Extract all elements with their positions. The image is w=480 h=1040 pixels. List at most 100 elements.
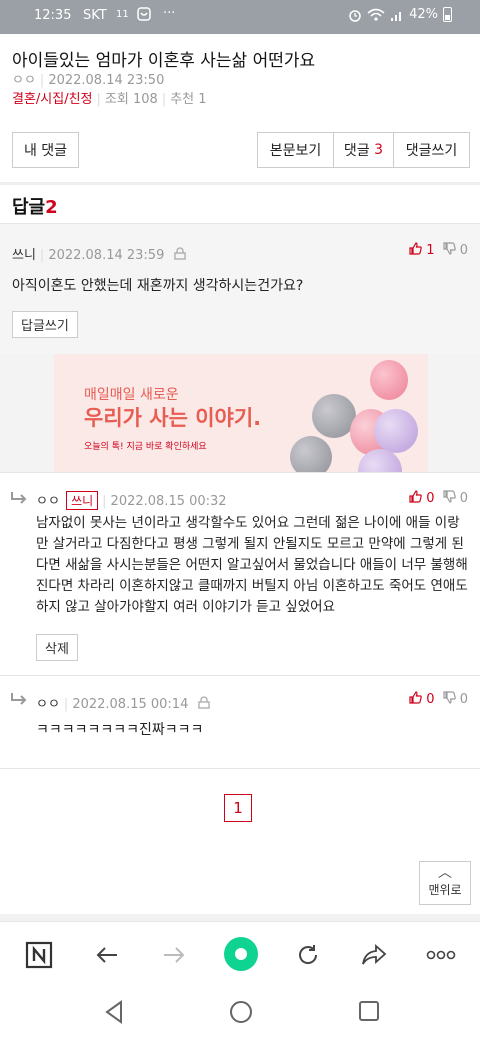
downvote-button[interactable]: 0 (442, 691, 468, 707)
scroll-top-button[interactable]: ︿ 맨위로 (419, 861, 471, 905)
comment-text: 아직이혼도 안했는데 재혼까지 생각하시는건가요? (12, 278, 304, 294)
thumbs-down-icon (442, 242, 456, 255)
comment-text: ㅋㅋㅋㅋㅋㅋㅋㅋ진짜ㅋㅋㅋ (36, 722, 204, 738)
replies-header: 답글2 (12, 193, 58, 219)
notification-icons: 11 ··· (116, 6, 175, 21)
thumbs-down-icon (442, 691, 456, 704)
page-footer-strip (0, 914, 480, 921)
refresh-button[interactable] (293, 940, 323, 970)
comment-author: ㅇㅇ (36, 697, 60, 712)
comment-author: ㅇㅇ (36, 494, 60, 509)
back-button[interactable] (92, 940, 122, 970)
app-notification-icon (137, 6, 151, 21)
share-button[interactable] (359, 940, 389, 970)
ad-line3: 오늘의 톡! 지금 바로 확인하세요 (84, 442, 207, 452)
upvote-count: 0 (426, 491, 435, 506)
status-extra: 11 (116, 9, 129, 20)
forward-arrow-icon (164, 947, 185, 963)
comment-votes: 1 0 (409, 242, 468, 258)
balloon-image (290, 436, 332, 472)
page-number-current[interactable]: 1 (224, 794, 252, 822)
comment-text: 남자없이 못사는 년이라고 생각할수도 있어요 그런데 젊은 나이에 애들 이랑… (36, 515, 468, 615)
alarm-icon (349, 9, 361, 22)
green-dot-icon (224, 937, 258, 971)
replies-label: 답글 (12, 197, 46, 218)
battery-icon (443, 7, 452, 22)
lock-icon (174, 247, 187, 260)
downvote-count: 0 (459, 692, 468, 707)
post-meta-author-date: ㅇㅇ | 2022.08.14 23:50 (12, 73, 165, 88)
reply-write-button[interactable]: 답글쓰기 (12, 311, 78, 338)
ad-line2: 우리가 사는 이야기. (84, 406, 262, 430)
downvote-count: 0 (459, 491, 468, 506)
comment-date: 2022.08.14 23:59 (48, 248, 165, 263)
comment-author: 쓰니 (12, 248, 36, 263)
battery-percent: 42% (409, 7, 438, 22)
more-dots-icon (426, 950, 456, 960)
downvote-button[interactable]: 0 (442, 242, 468, 258)
refresh-icon (299, 945, 318, 964)
divider (0, 768, 480, 769)
thumbs-up-icon (409, 691, 422, 704)
balloon-image (370, 360, 408, 400)
upvote-button[interactable]: 0 (409, 691, 435, 707)
reply-arrow-icon (11, 693, 27, 705)
nav-home-icon[interactable] (229, 1000, 253, 1024)
post-title: 아이들있는 엄마가 이혼후 사는삶 어떤가요 (12, 51, 316, 71)
signal-icon (391, 11, 402, 21)
forward-button[interactable] (159, 940, 189, 970)
share-arrow-icon (362, 944, 387, 965)
system-navigation-bar (0, 987, 480, 1040)
comment-item: 쓰니 | 2022.08.14 23:59 1 0 아직이혼도 안했는데 재혼까지 … (0, 224, 480, 354)
naver-n-icon (25, 941, 53, 969)
comments-button[interactable]: 댓글 3 (333, 132, 394, 168)
status-carrier: SKT (83, 8, 107, 23)
view-post-button[interactable]: 본문보기 (257, 132, 334, 168)
nav-back-icon[interactable] (104, 1000, 124, 1024)
comment-date: 2022.08.15 00:32 (110, 494, 227, 509)
comment-head: ㅇㅇ | 2022.08.15 00:14 (36, 693, 211, 712)
back-arrow-icon (96, 947, 117, 963)
my-comments-button[interactable]: 내 댓글 (12, 132, 79, 168)
downvote-count: 0 (459, 243, 468, 258)
writer-badge: 쓰니 (66, 491, 99, 510)
reply-item: ㅇㅇ 쓰니 | 2022.08.15 00:32 0 0 남자없이 못사는 년이라고… (0, 473, 480, 675)
scroll-top-label: 맨위로 (428, 883, 462, 897)
more-menu-button[interactable] (425, 940, 457, 970)
thumbs-down-icon (442, 490, 456, 503)
upvote-button[interactable]: 1 (409, 242, 435, 258)
status-bar: 12:35 SKT 11 ··· 42% (0, 0, 480, 34)
green-dot-button[interactable] (223, 936, 259, 972)
comment-head: ㅇㅇ 쓰니 | 2022.08.15 00:32 (36, 490, 227, 510)
post-category[interactable]: 결혼/시집/친정 (12, 92, 93, 107)
comment-date: 2022.08.15 00:14 (72, 697, 189, 712)
ad-banner[interactable]: 매일매일 새로운 우리가 사는 이야기. 오늘의 톡! 지금 바로 확인하세요 (0, 354, 480, 472)
comment-votes: 0 0 (409, 490, 468, 506)
post-recommend: 추천 1 (170, 92, 207, 107)
section-divider (0, 182, 480, 185)
ad-content: 매일매일 새로운 우리가 사는 이야기. 오늘의 톡! 지금 바로 확인하세요 (54, 354, 428, 472)
post-views: 조회 108 (104, 92, 158, 107)
comment-head: 쓰니 | 2022.08.14 23:59 (12, 244, 187, 263)
replies-count: 2 (45, 197, 58, 218)
upvote-count: 0 (426, 692, 435, 707)
nav-recents-icon[interactable] (358, 1000, 380, 1022)
write-comment-button[interactable]: 댓글쓰기 (393, 132, 470, 168)
browser-toolbar (0, 921, 480, 987)
upvote-button[interactable]: 0 (409, 490, 435, 506)
comments-label: 댓글 (343, 143, 370, 159)
comment-votes: 0 0 (409, 691, 468, 707)
wifi-icon (367, 8, 385, 21)
reply-arrow-icon (11, 492, 27, 504)
upvote-count: 1 (426, 243, 435, 258)
more-notifications-icon: ··· (163, 6, 176, 21)
ad-line1: 매일매일 새로운 (84, 387, 179, 403)
post-author: ㅇㅇ (12, 73, 36, 88)
delete-button[interactable]: 삭제 (36, 634, 78, 661)
balloon-image (374, 409, 418, 453)
status-time: 12:35 (34, 8, 72, 23)
naver-home-button[interactable] (24, 940, 54, 970)
thumbs-up-icon (409, 490, 422, 503)
post-date: 2022.08.14 23:50 (48, 73, 165, 88)
downvote-button[interactable]: 0 (442, 490, 468, 506)
